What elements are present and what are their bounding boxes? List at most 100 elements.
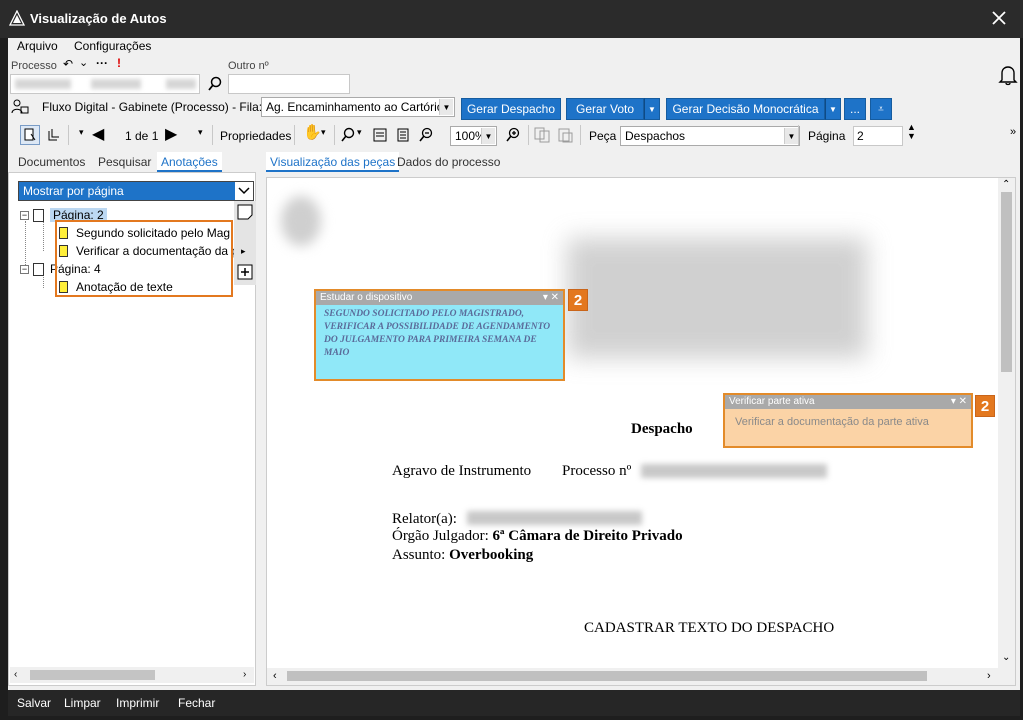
voto-dropdown-button[interactable]: ▼ (644, 98, 660, 120)
chevron-down-icon: ▼ (648, 104, 656, 114)
annotation-note-blue[interactable]: Estudar o dispositivo ▾ ✕ SEGUNDO SOLICI… (314, 289, 565, 381)
zoom-out-icon[interactable] (418, 127, 434, 143)
tab-pieces-view[interactable]: Visualização das peças (266, 152, 400, 172)
more-actions-button[interactable]: ... (844, 98, 866, 120)
expand-button[interactable]: ⩡ (870, 98, 892, 120)
highlight-frame (55, 220, 233, 297)
caret-down-icon[interactable]: ▾ (357, 127, 362, 138)
fit-width-icon[interactable] (373, 128, 387, 142)
select-tool-icon[interactable] (20, 125, 40, 145)
chevron-down-icon: ▼ (829, 104, 837, 114)
other-number-field[interactable] (228, 74, 350, 94)
document-viewer[interactable]: Estudar o dispositivo ▾ ✕ SEGUNDO SOLICI… (266, 177, 1016, 686)
decisao-dropdown-button[interactable]: ▼ (825, 98, 841, 120)
page-spinner[interactable]: ▲ ▼ (907, 123, 916, 141)
scroll-right-icon[interactable]: › (987, 670, 991, 682)
dropdown-arrow-icon: ▼ (784, 128, 798, 144)
save-button[interactable]: Salvar (17, 696, 51, 710)
undo-icon[interactable]: ↶ (63, 57, 73, 71)
redacted-text (166, 79, 196, 89)
caret-down-icon[interactable]: ▾ (321, 127, 326, 138)
close-button[interactable]: Fechar (178, 696, 215, 710)
blurred-logo (281, 196, 321, 246)
hand-tool-icon[interactable]: ✋ (303, 123, 322, 141)
generate-despacho-button[interactable]: Gerar Despacho (461, 98, 561, 120)
annotation-title: Estudar o dispositivo (320, 292, 413, 303)
page-icon (33, 208, 44, 222)
scroll-left-icon[interactable]: ‹ (273, 670, 277, 682)
clear-button[interactable]: Limpar (64, 696, 101, 710)
chevron-right-icon[interactable]: ▸ (241, 246, 246, 257)
alert-icon: ! (117, 56, 121, 70)
scrollbar-thumb[interactable] (287, 671, 927, 681)
chevron-down-icon[interactable]: ⌄ (79, 56, 88, 69)
annotation-body: Verificar a documentação da parte ativa (735, 416, 929, 428)
sticky-note-icon[interactable] (237, 204, 253, 220)
blurred-header (567, 238, 867, 358)
menu-settings[interactable]: Configurações (74, 39, 151, 53)
scroll-right-icon[interactable]: › (243, 669, 246, 680)
previous-page-icon[interactable]: ◀ (92, 124, 104, 144)
generate-voto-button[interactable]: Gerar Voto (566, 98, 644, 120)
zoom-icon[interactable] (341, 127, 355, 143)
print-button[interactable]: Imprimir (116, 696, 159, 710)
copy-icon[interactable] (534, 127, 550, 143)
separator (580, 125, 581, 145)
tab-search[interactable]: Pesquisar (94, 152, 155, 172)
scrollbar-thumb[interactable] (1001, 192, 1012, 372)
pan-tool-icon[interactable] (43, 125, 63, 145)
annotation-controls-icon[interactable]: ▾ ✕ (543, 292, 559, 304)
tab-documents[interactable]: Documentos (14, 152, 89, 172)
caret-down-icon[interactable]: ▾ (198, 127, 203, 138)
chevron-down-icon (235, 182, 253, 200)
add-note-icon[interactable] (237, 264, 253, 280)
more-icon[interactable]: ··· (96, 56, 108, 70)
viewer-tab-strip: Visualização das peças Dados do processo (266, 152, 566, 172)
tab-process-data[interactable]: Dados do processo (393, 152, 504, 172)
redacted-text (15, 79, 71, 89)
bell-icon[interactable] (998, 64, 1018, 86)
piece-select[interactable]: Despachos ▼ (620, 126, 800, 146)
next-page-icon[interactable]: ▶ (165, 124, 177, 144)
fit-page-icon[interactable] (396, 128, 410, 142)
zoom-select[interactable]: 100% ▼ (450, 126, 497, 146)
scrollbar-thumb[interactable] (30, 670, 155, 680)
process-number-field[interactable] (10, 74, 200, 94)
horizontal-scrollbar[interactable]: ‹ › (267, 668, 1015, 685)
collapse-icon[interactable]: − (20, 210, 29, 220)
annotation-body: SEGUNDO SOLICITADO PELO MAGISTRADO, VERI… (324, 309, 551, 358)
scroll-left-icon[interactable]: ‹ (14, 669, 17, 680)
document-heading: Despacho (631, 421, 693, 437)
collapse-icon[interactable]: − (20, 264, 29, 274)
scroll-up-icon[interactable]: ⌃ (1002, 179, 1010, 190)
paste-icon[interactable] (557, 127, 573, 143)
annotation-controls-icon[interactable]: ▾ ✕ (951, 396, 967, 408)
separator (798, 125, 799, 145)
menu-file[interactable]: Arquivo (17, 39, 58, 53)
queue-select[interactable]: Ag. Encaminhamento ao Cartório ▼ (261, 97, 455, 117)
page-counter: 1 de 1 (125, 129, 159, 143)
overflow-chevron-icon[interactable]: » (1010, 126, 1016, 138)
other-number-label: Outro nº (228, 60, 269, 72)
horizontal-scrollbar[interactable]: ‹ › (10, 667, 254, 683)
properties-button[interactable]: Propriedades (220, 129, 291, 143)
left-tab-strip: Documentos Pesquisar Anotações (14, 152, 256, 172)
app-logo-icon (9, 10, 25, 26)
search-icon[interactable] (207, 76, 223, 92)
page-input[interactable]: 2 (853, 126, 903, 146)
annotations-panel: Mostrar por página − Página: 2 Segundo s… (8, 172, 256, 686)
separator (68, 125, 69, 145)
zoom-in-icon[interactable] (505, 127, 521, 143)
close-icon[interactable] (987, 6, 1011, 30)
scroll-down-icon[interactable]: ⌄ (1002, 652, 1010, 663)
generate-decisao-button[interactable]: Gerar Decisão Monocrática (666, 98, 825, 120)
tab-annotations[interactable]: Anotações (157, 152, 222, 172)
callout-badge: 2 (975, 395, 995, 417)
redacted-text (641, 464, 827, 478)
view-mode-select[interactable]: Mostrar por página (18, 181, 254, 201)
annotation-note-orange[interactable]: Verificar parte ativa ▾ ✕ Verificar a do… (723, 393, 973, 448)
callout-badge: 2 (568, 289, 588, 311)
vertical-scrollbar[interactable]: ⌃ ⌄ (998, 178, 1015, 668)
dropdown-arrow-icon: ▼ (439, 99, 453, 115)
caret-down-icon[interactable]: ▾ (79, 127, 84, 138)
